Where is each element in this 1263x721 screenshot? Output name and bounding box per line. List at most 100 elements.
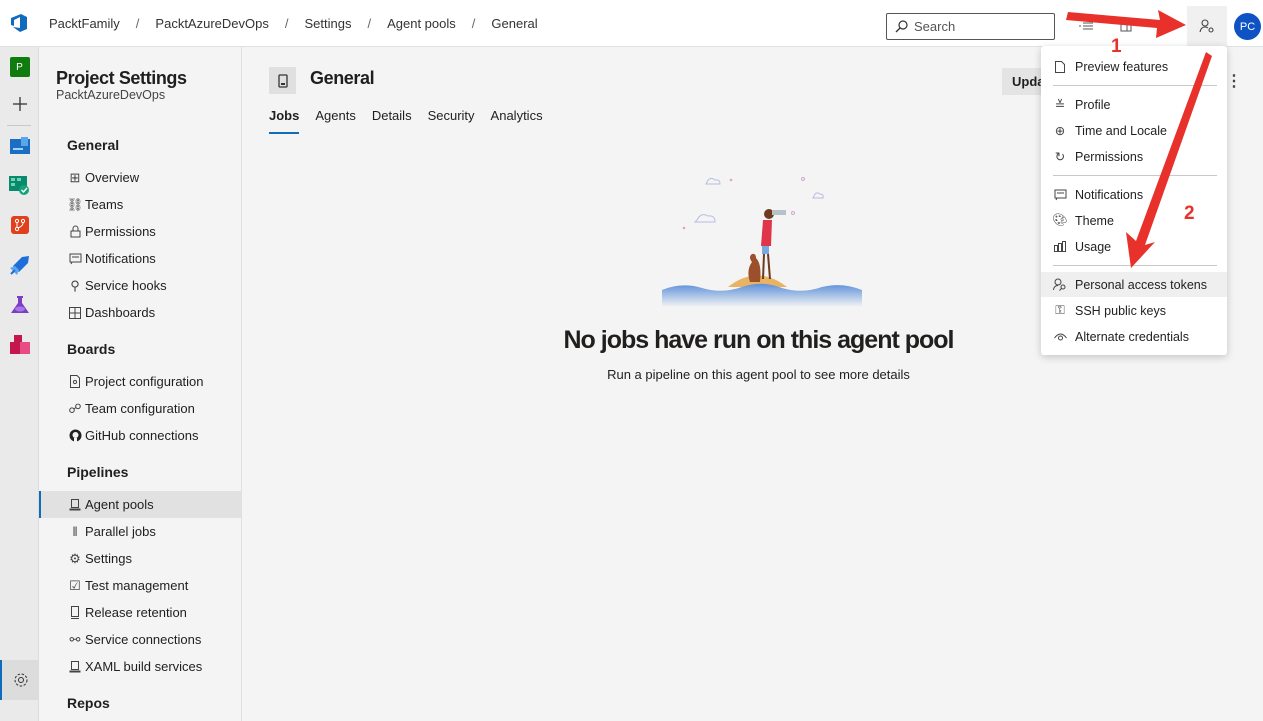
item-label: Overview: [85, 170, 140, 185]
agent-pool-icon: [269, 67, 296, 94]
item-label: Preview features: [1075, 59, 1169, 74]
settings-item-team-configuration[interactable]: ☍ Team configuration: [39, 395, 241, 422]
breadcrumb-organization[interactable]: PacktFamily: [48, 16, 121, 31]
menu-item-usage[interactable]: Usage: [1041, 234, 1227, 259]
settings-item-github-connections[interactable]: GitHub connections: [39, 422, 241, 449]
help-button[interactable]: [1150, 10, 1180, 40]
dashboard-icon: [67, 306, 83, 319]
new-button[interactable]: [0, 84, 39, 124]
gear-icon: [14, 673, 27, 687]
plug-icon: ⚲: [70, 277, 80, 293]
menu-item-theme[interactable]: 🎨︎ Theme: [1041, 208, 1227, 233]
tab-analytics[interactable]: Analytics: [491, 108, 543, 134]
gear-icon: ⚙: [69, 550, 81, 566]
page-icon: [1052, 60, 1068, 73]
settings-item-dashboards[interactable]: Dashboards: [39, 299, 241, 326]
bag-icon: [1120, 20, 1132, 32]
item-label: Teams: [85, 197, 124, 212]
item-label: Team configuration: [85, 401, 195, 416]
project-settings-button[interactable]: [0, 660, 39, 700]
eye-icon: [1052, 332, 1068, 341]
section-pipelines: Pipelines: [67, 464, 129, 480]
settings-item-agent-pools[interactable]: Agent pools: [39, 491, 241, 518]
item-label: Service hooks: [85, 278, 167, 293]
bar-chart-icon: [1052, 241, 1068, 252]
menu-item-time-and-locale[interactable]: ⊕ Time and Locale: [1041, 118, 1227, 143]
breadcrumb-general[interactable]: General: [490, 16, 538, 31]
test-plans-icon: [10, 296, 29, 313]
menu-item-notifications[interactable]: Notifications: [1041, 182, 1227, 207]
menu-item-profile[interactable]: ≚ Profile: [1041, 92, 1227, 117]
azure-devops-logo[interactable]: [0, 0, 38, 47]
overview-icon: [9, 137, 30, 154]
item-label: Profile: [1075, 97, 1111, 112]
item-label: Usage: [1075, 239, 1112, 254]
settings-item-xaml-build-services[interactable]: XAML build services: [39, 653, 241, 680]
nav-test-plans[interactable]: [0, 285, 39, 325]
item-label: Project configuration: [85, 374, 204, 389]
menu-divider: [1053, 265, 1217, 266]
menu-item-permissions[interactable]: ↻ Permissions: [1041, 144, 1227, 169]
project-button[interactable]: P: [0, 47, 39, 87]
tab-security[interactable]: Security: [428, 108, 475, 134]
artifacts-icon: [9, 335, 30, 354]
nav-boards[interactable]: [0, 165, 39, 205]
nav-overview[interactable]: [0, 125, 39, 165]
tab-jobs[interactable]: Jobs: [269, 108, 300, 134]
settings-item-permissions[interactable]: Permissions: [39, 218, 241, 245]
item-label: Settings: [85, 551, 132, 566]
breadcrumb-project[interactable]: PacktAzureDevOps: [154, 16, 269, 31]
avatar[interactable]: PC: [1234, 13, 1261, 40]
settings-item-project-configuration[interactable]: Project configuration: [39, 368, 241, 395]
nav-artifacts[interactable]: [0, 325, 39, 365]
work-items-button[interactable]: [1071, 10, 1101, 40]
menu-item-preview-features[interactable]: Preview features: [1041, 54, 1227, 79]
tab-bar: Jobs Agents Details Security Analytics: [269, 108, 559, 134]
settings-item-service-connections[interactable]: ⚯ Service connections: [39, 626, 241, 653]
settings-subtitle: PacktAzureDevOps: [56, 88, 166, 102]
test-icon: ☑: [69, 577, 81, 593]
user-settings-button[interactable]: [1187, 6, 1227, 46]
settings-item-service-hooks[interactable]: ⚲ Service hooks: [39, 272, 241, 299]
item-label: Permissions: [1075, 149, 1144, 164]
item-label: Notifications: [1075, 187, 1144, 202]
overview-icon: ⊞: [69, 169, 81, 185]
tab-details[interactable]: Details: [372, 108, 412, 134]
keys-icon: ⚿: [1055, 303, 1065, 317]
search-icon: [895, 20, 908, 33]
item-label: Dashboards: [85, 305, 156, 320]
item-label: XAML build services: [85, 659, 203, 674]
github-icon: [67, 429, 83, 442]
retention-icon: [67, 606, 83, 619]
breadcrumb-settings[interactable]: Settings: [303, 16, 352, 31]
breadcrumb-agent-pools[interactable]: Agent pools: [386, 16, 457, 31]
settings-item-notifications[interactable]: Notifications: [39, 245, 241, 272]
search-box[interactable]: Search: [886, 13, 1055, 40]
parallel-icon: ǁ: [72, 524, 78, 539]
item-label: Parallel jobs: [85, 524, 156, 539]
settings-item-teams[interactable]: ⛓ Teams: [39, 191, 241, 218]
connection-icon: ⚯: [69, 631, 81, 647]
menu-item-ssh-public-keys[interactable]: ⚿ SSH public keys: [1041, 298, 1227, 323]
nav-pipelines[interactable]: [0, 245, 39, 285]
profile-icon: ≚: [1054, 98, 1066, 112]
settings-item-settings[interactable]: ⚙ Settings: [39, 545, 241, 572]
nav-repos[interactable]: [0, 205, 39, 245]
item-label: GitHub connections: [85, 428, 199, 443]
tab-agents[interactable]: Agents: [315, 108, 355, 134]
user-settings-menu: Preview features ≚ Profile ⊕ Time and Loca…: [1041, 46, 1227, 355]
settings-item-release-retention[interactable]: Release retention: [39, 599, 241, 626]
top-bar: PacktFamily / PacktAzureDevOps / Setting…: [0, 0, 1263, 47]
settings-item-test-management[interactable]: ☑ Test management: [39, 572, 241, 599]
chat-icon: [1052, 189, 1068, 201]
menu-item-alternate-credentials[interactable]: Alternate credentials: [1041, 324, 1227, 349]
item-label: SSH public keys: [1075, 303, 1167, 318]
annotation-step-2: 2: [1184, 203, 1195, 224]
help-icon: [1158, 18, 1172, 32]
more-options-button[interactable]: ⋮: [1226, 71, 1242, 91]
settings-item-overview[interactable]: ⊞ Overview: [39, 164, 241, 191]
settings-item-parallel-jobs[interactable]: ǁ Parallel jobs: [39, 518, 241, 545]
menu-divider: [1053, 85, 1217, 86]
menu-item-personal-access-tokens[interactable]: Personal access tokens: [1041, 272, 1227, 297]
refresh-icon: ↻: [1054, 150, 1066, 164]
